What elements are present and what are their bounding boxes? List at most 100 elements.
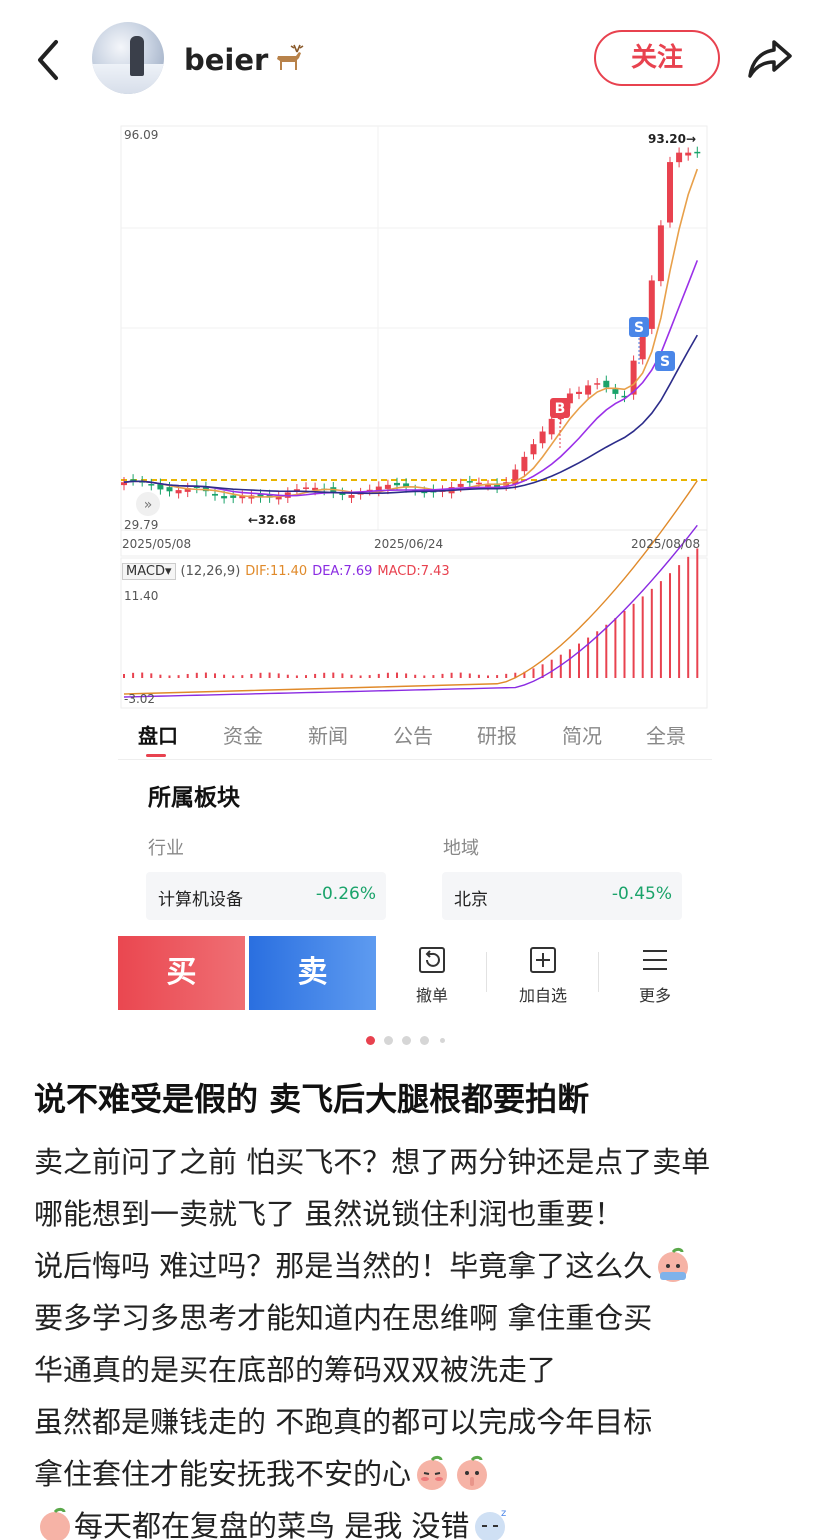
- macd-bar: [350, 674, 353, 678]
- shy-peach-emoji-icon: [417, 1455, 448, 1490]
- sell-button[interactable]: 卖: [249, 936, 376, 1010]
- candle: [166, 487, 173, 492]
- macd-bar: [578, 643, 580, 678]
- sleepy-face-emoji-icon: z: [475, 1508, 507, 1540]
- candle: [230, 495, 237, 498]
- share-button[interactable]: [744, 34, 796, 82]
- industry-change: -0.26%: [315, 884, 376, 904]
- candle: [394, 482, 400, 486]
- macd-bar: [323, 672, 326, 678]
- active-tab-indicator: [146, 754, 166, 757]
- macd-bar: [441, 673, 444, 678]
- back-button[interactable]: [30, 38, 70, 82]
- candle: [648, 280, 655, 329]
- macd-bar: [405, 673, 408, 678]
- svg-text:»: »: [144, 497, 153, 513]
- sector-title: 所属板块: [148, 785, 240, 811]
- carousel-dot-2[interactable]: [384, 1036, 393, 1045]
- macd-bar: [341, 673, 344, 678]
- candle: [457, 483, 464, 487]
- macd-dea: DEA:7.69: [312, 564, 373, 579]
- macd-legend: MACD▾ (12,26,9) DIF:11.40 DEA:7.69 MACD:7.43: [122, 563, 455, 585]
- expand-icon[interactable]: »: [136, 492, 160, 516]
- macd-bar: [223, 674, 226, 678]
- tab-news[interactable]: 新闻: [308, 720, 348, 749]
- industry-name: 计算机设备: [158, 890, 243, 910]
- candle: [694, 151, 701, 154]
- username[interactable]: beier: [184, 40, 306, 77]
- macd-bar: [177, 675, 180, 678]
- add-icon: [530, 947, 556, 973]
- sell-marker-2: S: [655, 351, 675, 371]
- macd-bar: [386, 672, 389, 678]
- post-line: 每天都在复盘的菜鸟 是我 没错 z: [34, 1500, 804, 1540]
- tab-pankou[interactable]: 盘口: [138, 720, 178, 749]
- post-line-text: 拿住套住才能安抚我不安的心: [34, 1457, 412, 1491]
- macd-bar: [459, 672, 462, 678]
- low-marker: ←32.68: [248, 513, 297, 527]
- high-marker: 93.20→: [648, 132, 697, 146]
- cancel-order-label: 撤单: [415, 986, 448, 1005]
- post-line: 说后悔吗 难过吗？那是当然的！毕竟拿了这么久: [34, 1240, 804, 1292]
- stock-tabs: 盘口 资金 新闻 公告 研报 简况 全景: [118, 710, 712, 760]
- macd-bar: [468, 673, 471, 678]
- macd-bar: [696, 548, 699, 678]
- shush-peach-emoji-icon: [457, 1455, 488, 1490]
- macd-bar: [204, 672, 207, 678]
- macd-bar: [377, 673, 380, 678]
- macd-bar: [332, 672, 335, 678]
- industry-sector-card[interactable]: 计算机设备 -0.26%: [146, 872, 386, 920]
- candle: [676, 152, 683, 163]
- candle: [384, 484, 391, 489]
- macd-bar: [550, 659, 553, 678]
- crying-peach-emoji-icon: [658, 1247, 689, 1282]
- add-watchlist-button[interactable]: 加自选: [503, 944, 583, 1006]
- macd-bar: [259, 672, 262, 678]
- more-button[interactable]: 更多: [615, 944, 695, 1006]
- macd-bar: [614, 617, 617, 678]
- macd-bar: [396, 672, 398, 678]
- carousel-dot-4[interactable]: [420, 1036, 429, 1045]
- avatar[interactable]: [92, 22, 164, 94]
- tab-research[interactable]: 研报: [477, 720, 517, 749]
- min-price-label: 29.79: [124, 518, 159, 532]
- macd-bar: [186, 673, 189, 678]
- cancel-order-button[interactable]: 撤单: [392, 944, 472, 1006]
- macd-bar: [596, 631, 599, 678]
- candle: [148, 484, 155, 486]
- tab-announcements[interactable]: 公告: [393, 720, 433, 749]
- candle: [594, 383, 601, 385]
- macd-bar: [159, 674, 162, 678]
- macd-value: MACD:7.43: [377, 564, 450, 579]
- macd-bar: [432, 675, 435, 678]
- region-sector-card[interactable]: 北京 -0.45%: [442, 872, 682, 920]
- macd-bar: [305, 675, 307, 678]
- tab-funds[interactable]: 资金: [223, 720, 263, 749]
- candle: [475, 482, 482, 485]
- top-bar: beier 关注: [0, 0, 828, 118]
- tab-overview[interactable]: 简况: [562, 720, 602, 749]
- candle: [175, 490, 182, 494]
- carousel-dot-1[interactable]: [366, 1036, 375, 1045]
- carousel-dot-3[interactable]: [402, 1036, 411, 1045]
- macd-params: (12,26,9): [180, 564, 241, 579]
- macd-bar: [632, 603, 635, 678]
- macd-bar: [641, 596, 644, 678]
- macd-selector[interactable]: MACD▾: [122, 563, 176, 580]
- macd-bar: [359, 675, 362, 678]
- deer-icon: [277, 44, 304, 70]
- macd-bottom-label: -3.02: [124, 692, 156, 706]
- more-label: 更多: [638, 986, 671, 1005]
- tab-panorama[interactable]: 全景: [646, 720, 686, 749]
- cancel-order-icon: [419, 947, 445, 973]
- macd-bar: [687, 556, 690, 678]
- post-line: 拿住套住才能安抚我不安的心: [34, 1448, 804, 1500]
- post-line-text: 每天都在复盘的菜鸟 是我 没错: [74, 1509, 470, 1540]
- macd-bar: [314, 673, 317, 678]
- candle: [685, 152, 692, 156]
- candle: [585, 385, 592, 395]
- follow-button[interactable]: 关注: [594, 30, 720, 86]
- svg-text:S: S: [634, 320, 644, 336]
- buy-button[interactable]: 买: [118, 936, 245, 1010]
- carousel-dot-5[interactable]: [440, 1038, 445, 1043]
